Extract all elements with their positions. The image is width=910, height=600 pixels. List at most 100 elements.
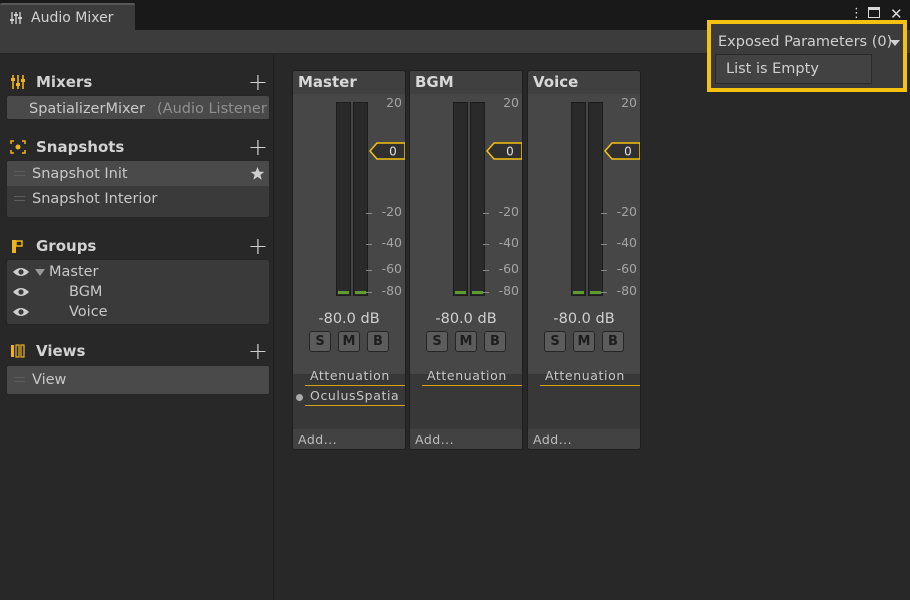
channel-strip-master: Master 20 0 -20 -40 -60 -80 -80.0 dB S M…: [292, 70, 406, 450]
effect-slot[interactable]: Attenuation: [422, 368, 522, 386]
level-readout: -80.0 dB: [435, 311, 497, 327]
snapshots-title: Snapshots: [36, 138, 125, 156]
mute-button[interactable]: M: [338, 331, 360, 352]
expand-arrow-icon[interactable]: [35, 268, 45, 276]
add-effect-button[interactable]: Add...: [528, 429, 640, 449]
groups-header: Groups +: [10, 234, 268, 258]
strip-title[interactable]: BGM: [410, 71, 522, 94]
scale-label: -60: [498, 261, 519, 276]
snapshots-header: Snapshots +: [10, 135, 268, 159]
snapshot-label: Snapshot Interior: [32, 190, 158, 207]
group-label: Master: [49, 264, 99, 280]
drag-handle-icon[interactable]: [14, 196, 25, 201]
mute-button[interactable]: M: [455, 331, 477, 352]
views-title: Views: [36, 342, 86, 360]
bypass-button[interactable]: B: [602, 331, 624, 352]
snapshot-camera-icon: [10, 140, 26, 154]
views-icon: [11, 344, 25, 358]
exposed-parameters-dropdown[interactable]: Exposed Parameters (0) List is Empty: [707, 20, 907, 92]
groups-title: Groups: [36, 237, 97, 255]
fader-value: 0: [506, 145, 514, 159]
scale-label: -20: [498, 204, 519, 219]
view-item[interactable]: View: [7, 366, 269, 394]
views-list: View: [6, 365, 270, 395]
add-mixer-button[interactable]: +: [248, 70, 268, 94]
drag-handle-icon[interactable]: [14, 171, 25, 176]
scale-label: -20: [381, 204, 402, 219]
volume-fader[interactable]: 0: [369, 141, 406, 161]
solo-button[interactable]: S: [544, 331, 566, 352]
exposed-parameters-label[interactable]: Exposed Parameters (0): [718, 34, 892, 50]
groups-list: Master BGM Voice: [6, 259, 270, 325]
level-readout: -80.0 dB: [318, 311, 380, 327]
mixers-title: Mixers: [36, 73, 93, 91]
left-panel: Mixers + SpatializerMixer (Audio Listene…: [0, 55, 274, 600]
views-header: Views +: [10, 339, 268, 363]
maximize-icon[interactable]: [868, 7, 880, 18]
groups-icon: [12, 240, 23, 253]
effect-slot[interactable]: OculusSpatia: [305, 388, 405, 406]
snapshot-label: Snapshot Init: [32, 165, 128, 182]
mixers-icon: [11, 75, 25, 89]
volume-fader[interactable]: 0: [486, 141, 523, 161]
mute-button[interactable]: M: [573, 331, 595, 352]
add-effect-button[interactable]: Add...: [410, 429, 522, 449]
solo-button[interactable]: S: [309, 331, 331, 352]
tab-audio-mixer[interactable]: Audio Mixer: [0, 3, 135, 30]
group-label: BGM: [69, 284, 103, 300]
add-group-button[interactable]: +: [248, 234, 268, 258]
group-item[interactable]: BGM: [7, 282, 269, 302]
add-snapshot-button[interactable]: +: [248, 135, 268, 159]
dropdown-arrow-icon[interactable]: [890, 40, 900, 46]
mixers-header: Mixers +: [10, 70, 268, 94]
bypass-button[interactable]: B: [484, 331, 506, 352]
bypass-button[interactable]: B: [367, 331, 389, 352]
snapshot-item[interactable]: Snapshot Init: [7, 161, 269, 186]
add-effect-button[interactable]: Add...: [293, 429, 405, 449]
group-item[interactable]: Voice: [7, 302, 269, 322]
strip-upper: 20 0 -20 -40 -60 -80 -80.0 dB S M B: [293, 94, 405, 374]
star-icon[interactable]: [250, 166, 265, 181]
strip-title[interactable]: Voice: [528, 71, 640, 94]
mixers-list: SpatializerMixer (Audio Listener: [6, 95, 270, 120]
level-meter: [470, 102, 485, 296]
add-view-button[interactable]: +: [248, 339, 268, 363]
level-meter: [588, 102, 603, 296]
scale-label: -40: [498, 235, 519, 250]
group-item[interactable]: Master: [7, 262, 269, 282]
solo-button[interactable]: S: [426, 331, 448, 352]
scale-label: -20: [616, 204, 637, 219]
group-label: Voice: [69, 304, 108, 320]
strip-title[interactable]: Master: [293, 71, 405, 94]
mixer-item[interactable]: SpatializerMixer (Audio Listener: [7, 96, 269, 119]
channel-strip-bgm: BGM 20 0 -20 -40 -60 -80 -80.0 dB S M B …: [409, 70, 523, 450]
effect-slot[interactable]: Attenuation: [305, 368, 405, 386]
strip-upper: 20 0 -20 -40 -60 -80 -80.0 dB S M B: [528, 94, 640, 374]
scale-label: -40: [616, 235, 637, 250]
tab-title: Audio Mixer: [31, 9, 114, 26]
eye-icon[interactable]: [12, 266, 30, 278]
mixer-sliders-icon: [10, 11, 22, 24]
fader-value: 0: [389, 145, 397, 159]
scale-label: -80: [498, 283, 519, 298]
drag-handle-icon[interactable]: [14, 377, 25, 382]
scale-label: -60: [616, 261, 637, 276]
view-label: View: [32, 372, 67, 388]
snapshot-item[interactable]: Snapshot Interior: [7, 186, 269, 211]
scale-label: 20: [621, 95, 637, 110]
level-meter: [453, 102, 468, 296]
strip-upper: 20 0 -20 -40 -60 -80 -80.0 dB S M B: [410, 94, 522, 374]
scale-label: -80: [616, 283, 637, 298]
volume-fader[interactable]: 0: [604, 141, 641, 161]
level-meter: [571, 102, 586, 296]
level-meter: [353, 102, 368, 296]
channel-strip-voice: Voice 20 0 -20 -40 -60 -80 -80.0 dB S M …: [527, 70, 641, 450]
eye-icon[interactable]: [12, 286, 30, 298]
eye-icon[interactable]: [12, 306, 30, 318]
mixer-output: (Audio Listener: [157, 100, 267, 117]
level-readout: -80.0 dB: [553, 311, 615, 327]
effect-slot[interactable]: Attenuation: [540, 368, 640, 386]
snapshots-list: Snapshot Init Snapshot Interior: [6, 160, 270, 218]
scale-label: -40: [381, 235, 402, 250]
send-indicator-icon: [296, 394, 303, 401]
